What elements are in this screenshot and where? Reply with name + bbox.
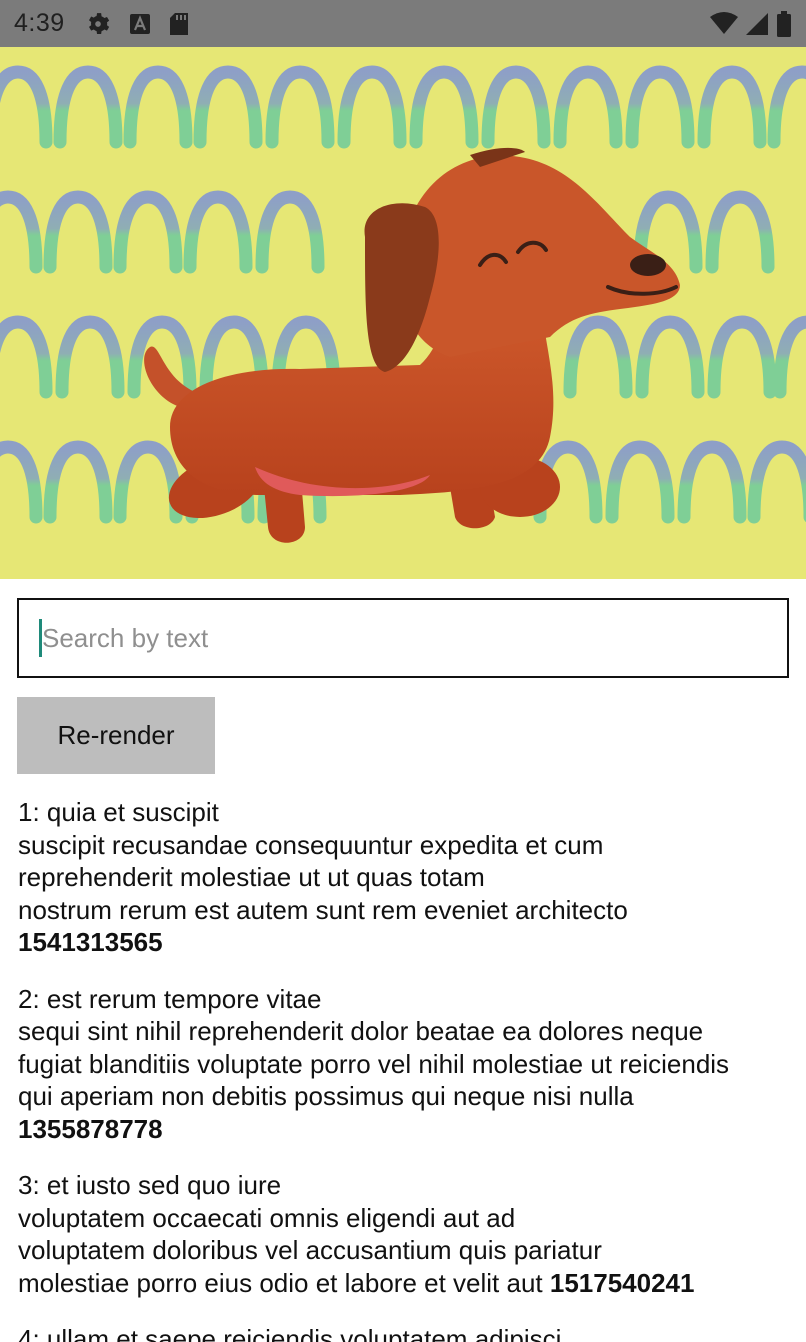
signal-icon [744, 11, 770, 37]
rerender-button[interactable]: Re-render [17, 697, 215, 774]
status-system-icons [710, 10, 792, 38]
post-body-line-last: molestiae porro eius odio et labore et v… [18, 1267, 798, 1300]
post-title: 1: quia et suscipit [18, 797, 219, 827]
post-body-line: suscipit recusandae consequuntur expedit… [18, 829, 604, 860]
status-notification-icons [85, 11, 189, 37]
gear-icon [85, 11, 111, 37]
post-title: 2: est rerum tempore vitae [18, 983, 322, 1014]
list-item: 1: quia et suscipit suscipit recusandae … [18, 796, 798, 959]
app-screen: 4:39 Search by text Re-render 1: quia et… [0, 0, 806, 1342]
wifi-icon [710, 11, 738, 36]
post-title: 4: ullam et saepe reiciendis voluptatem … [18, 1324, 562, 1342]
post-body-line: qui aperiam non debitis possimus qui neq… [18, 1081, 634, 1111]
post-body-line: sequi sint nihil reprehenderit dolor bea… [18, 1016, 704, 1046]
post-body-line: nostrum rerum est autem sunt rem eveniet… [18, 894, 628, 925]
post-list: 1: quia et suscipit suscipit recusandae … [18, 796, 798, 1342]
post-body-line: voluptatem occaecati omnis eligendi aut … [18, 1202, 516, 1233]
post-body-line: reprehenderit molestiae ut ut quas totam [18, 862, 485, 892]
post-body-text: molestiae porro eius odio et labore et v… [18, 1267, 543, 1298]
post-body-line: voluptatem doloribus vel accusantium qui… [18, 1235, 602, 1265]
battery-icon [776, 10, 792, 38]
post-number: 1355878778 [18, 1113, 163, 1144]
sd-card-icon [169, 12, 189, 36]
post-body-line: fugiat blanditiis voluptate porro vel ni… [18, 1048, 730, 1079]
dachshund-illustration [0, 47, 806, 579]
search-field[interactable] [17, 598, 789, 678]
search-input[interactable] [42, 622, 742, 654]
post-number: 1517540241 [549, 1267, 695, 1298]
status-time: 4:39 [14, 9, 65, 37]
list-item: 3: et iusto sed quo iure voluptatem occa… [18, 1169, 798, 1299]
post-number: 1541313565 [18, 927, 163, 957]
status-bar: 4:39 [0, 0, 806, 47]
list-item: 4: ullam et saepe reiciendis voluptatem … [18, 1323, 798, 1342]
post-title: 3: et iusto sed quo iure [18, 1170, 282, 1200]
pattern-row-1 [0, 72, 806, 142]
a-icon [129, 13, 151, 35]
list-item: 2: est rerum tempore vitae sequi sint ni… [18, 983, 798, 1146]
